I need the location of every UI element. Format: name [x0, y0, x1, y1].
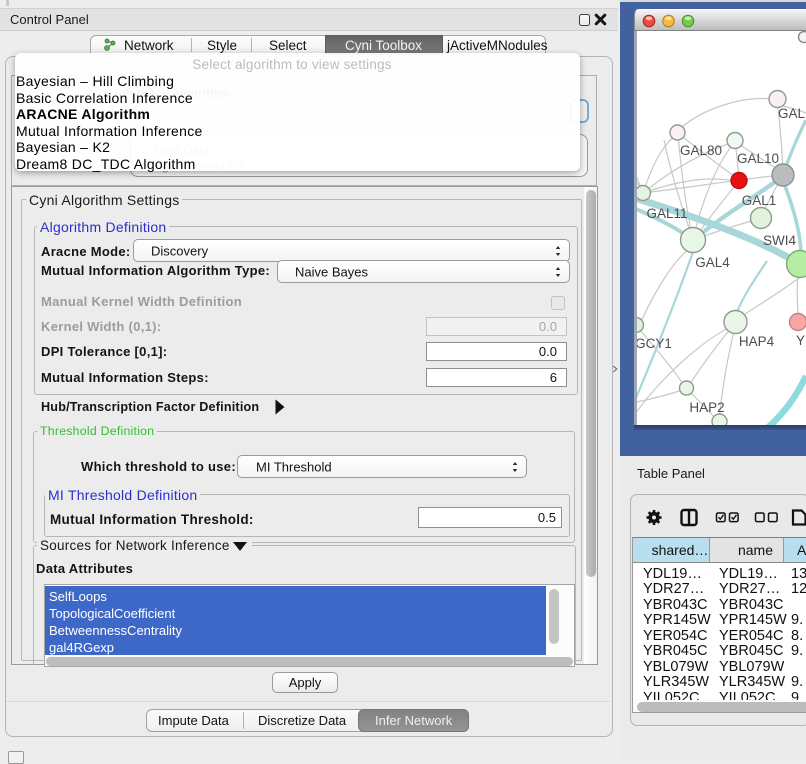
svg-text:GAL10: GAL10 [737, 151, 779, 166]
svg-text:GAL11: GAL11 [646, 206, 687, 221]
svg-text:GAL: GAL [778, 106, 806, 121]
svg-text:SWI4: SWI4 [763, 233, 796, 248]
svg-text:GAL80: GAL80 [680, 143, 722, 158]
svg-text:GCY1: GCY1 [637, 336, 672, 351]
svg-text:HAP4: HAP4 [739, 334, 775, 349]
svg-text:GAL4: GAL4 [695, 255, 730, 270]
svg-text:GAL1: GAL1 [742, 193, 777, 208]
svg-text:Y: Y [796, 333, 805, 348]
svg-text:HAP2: HAP2 [689, 400, 724, 415]
